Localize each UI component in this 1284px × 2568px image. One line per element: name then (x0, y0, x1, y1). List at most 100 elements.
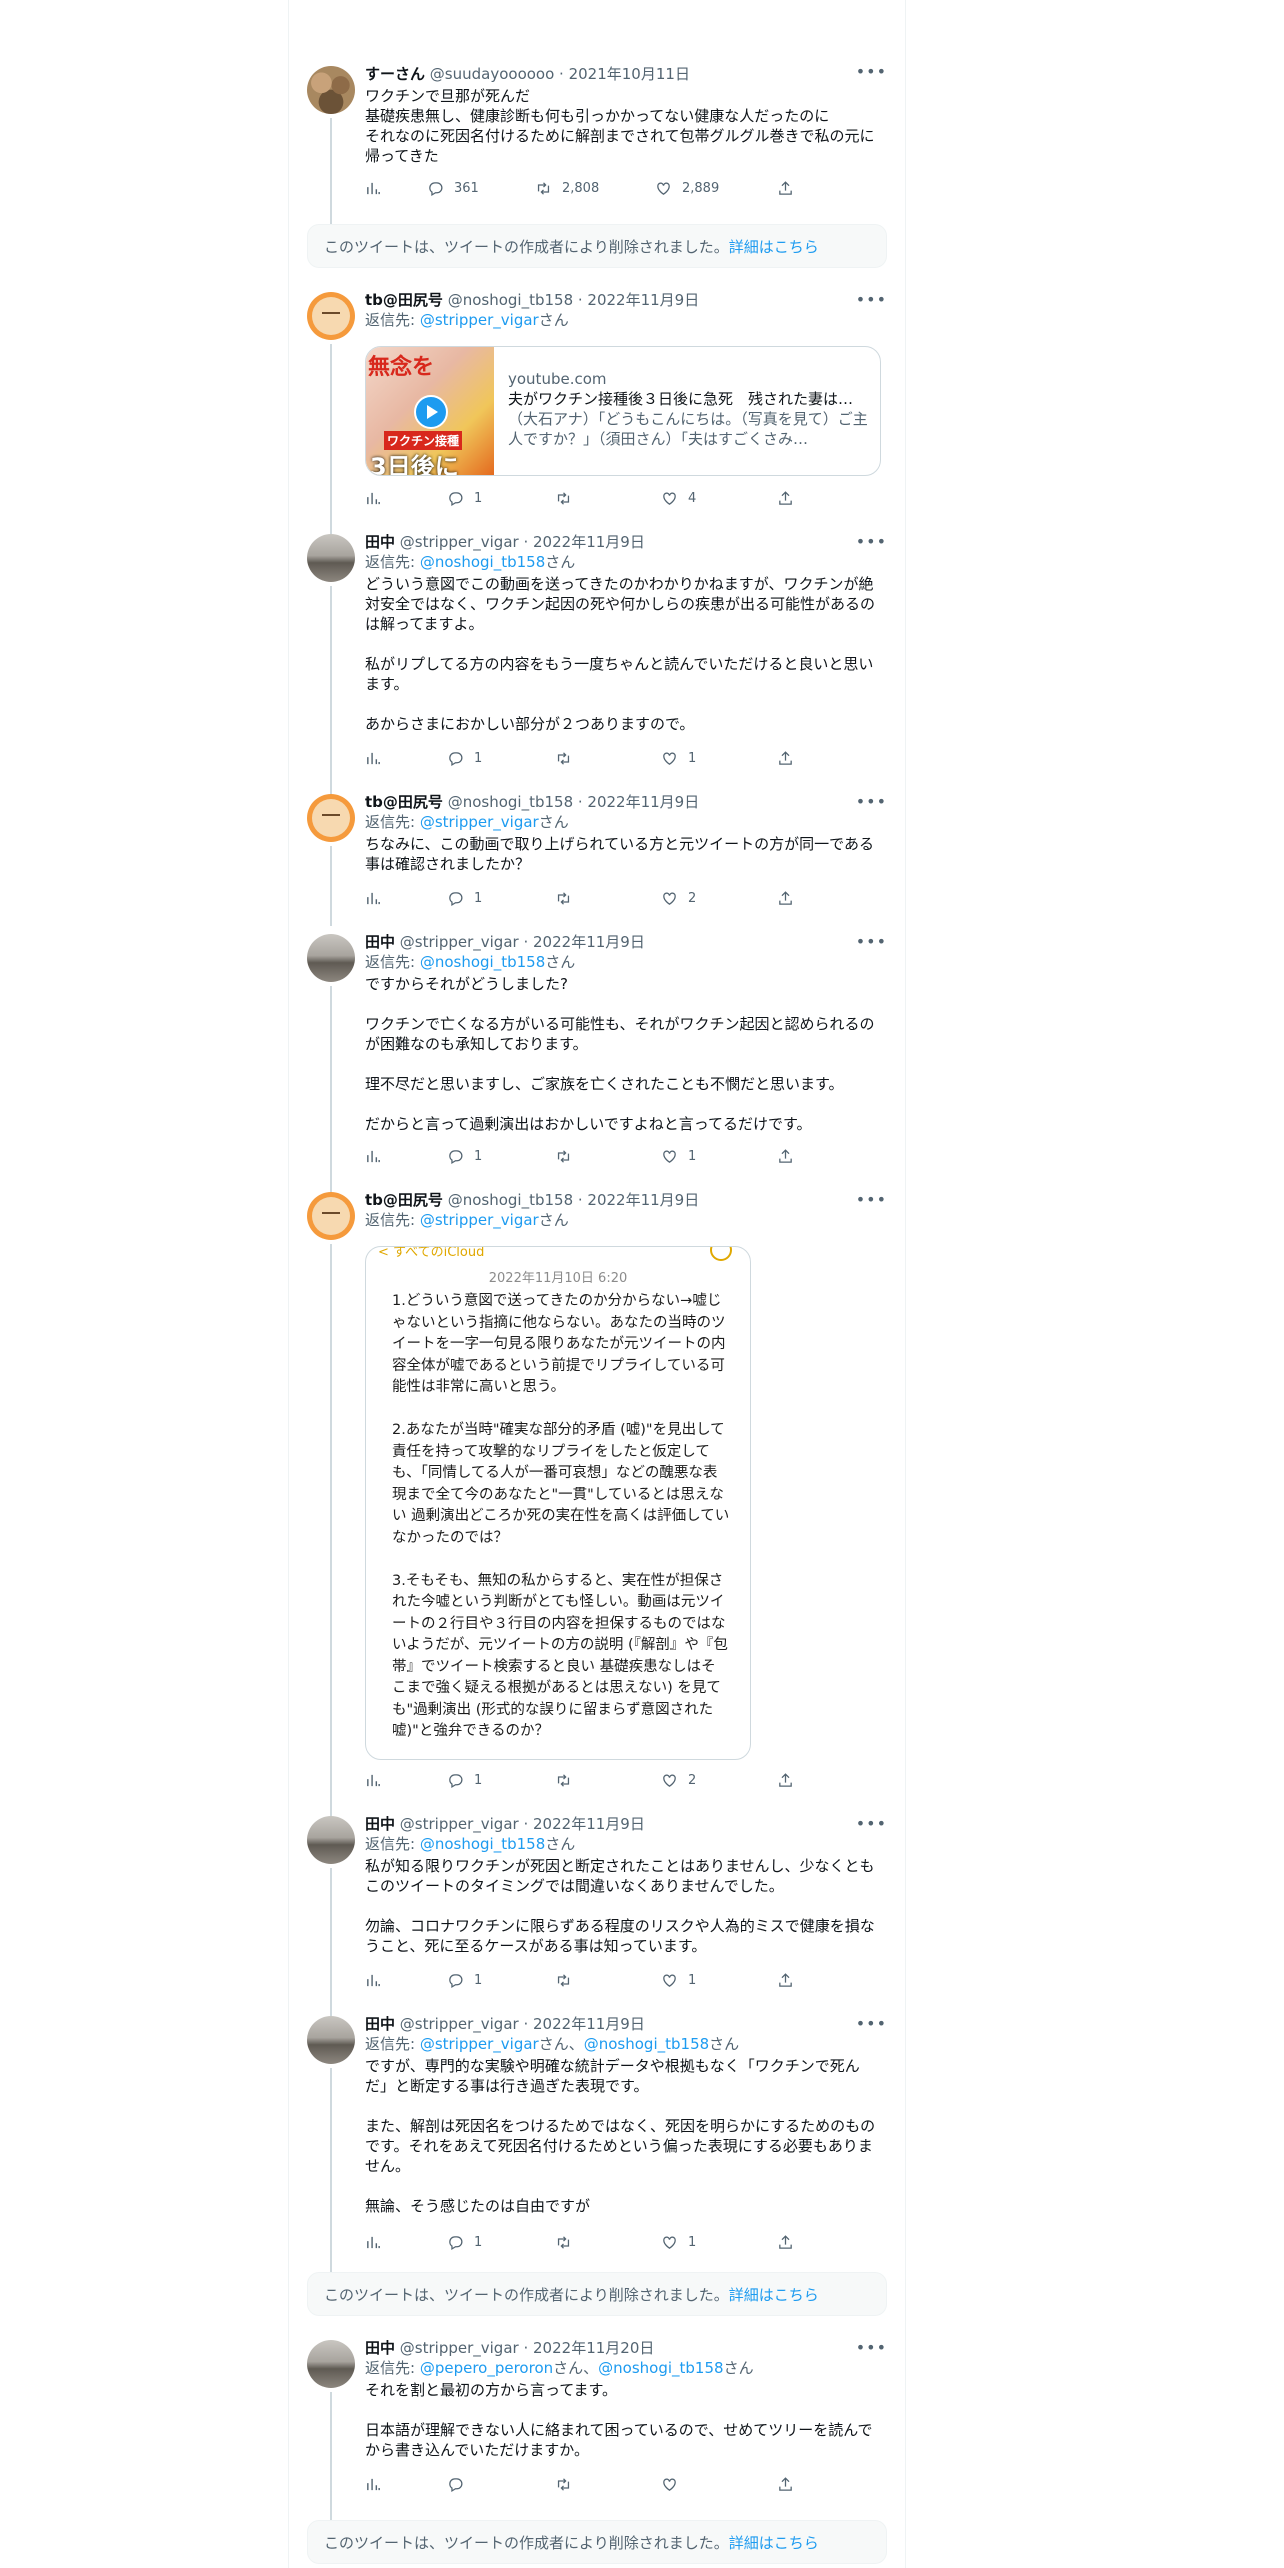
reply-button[interactable]: 1 (447, 1772, 482, 1789)
user-name[interactable]: tb@田尻号 (365, 793, 443, 811)
tweet-date[interactable]: 2022年11月9日 (587, 1191, 699, 1209)
tweet-date[interactable]: 2022年11月9日 (587, 793, 699, 811)
retweet-button[interactable] (555, 1772, 582, 1789)
avatar[interactable] (307, 2340, 355, 2388)
reply-button[interactable]: 1 (447, 750, 482, 767)
share-icon[interactable] (777, 1148, 794, 1165)
user-handle[interactable]: @noshogi_tb158 (448, 291, 573, 309)
avatar[interactable] (307, 1192, 355, 1240)
analytics-icon[interactable] (365, 180, 382, 197)
avatar[interactable] (307, 534, 355, 582)
mention-link[interactable]: @stripper_vigar (420, 311, 539, 329)
mention-link[interactable]: @noshogi_tb158 (420, 553, 545, 571)
analytics-icon[interactable] (365, 750, 382, 767)
share-icon[interactable] (777, 180, 794, 197)
like-button[interactable]: 2,889 (655, 180, 719, 197)
user-handle[interactable]: @stripper_vigar (400, 2015, 519, 2033)
user-handle[interactable]: @noshogi_tb158 (448, 1191, 573, 1209)
memo-back-link: < すべてのiCloud (378, 1246, 485, 1260)
mention-link[interactable]: @stripper_vigar (420, 2035, 539, 2053)
like-button[interactable]: 4 (661, 490, 696, 507)
analytics-icon[interactable] (365, 490, 382, 507)
user-handle[interactable]: @stripper_vigar (400, 2339, 519, 2357)
like-button[interactable] (661, 2476, 688, 2493)
like-button[interactable]: 1 (661, 1148, 696, 1165)
share-icon[interactable] (777, 2476, 794, 2493)
tweet-date[interactable]: 2022年11月9日 (533, 2015, 645, 2033)
mention-link[interactable]: @stripper_vigar (420, 1211, 539, 1229)
mention-link[interactable]: @noshogi_tb158 (584, 2035, 709, 2053)
reply-button[interactable]: 1 (447, 1972, 482, 1989)
share-icon[interactable] (777, 1972, 794, 1989)
user-name[interactable]: tb@田尻号 (365, 1191, 443, 1209)
analytics-icon[interactable] (365, 2476, 382, 2493)
reply-button[interactable]: 1 (447, 1148, 482, 1165)
attached-image[interactable]: < すべてのiCloud 2022年11月10日 6:20 1.どういう意図で送… (365, 1246, 751, 1760)
user-name[interactable]: 田中 (365, 933, 395, 951)
avatar[interactable] (307, 794, 355, 842)
user-handle[interactable]: @stripper_vigar (400, 1815, 519, 1833)
avatar[interactable] (307, 292, 355, 340)
reply-button[interactable]: 1 (447, 490, 482, 507)
like-button[interactable]: 2 (661, 1772, 696, 1789)
avatar[interactable] (307, 1816, 355, 1864)
user-handle[interactable]: @suudayoooooo (430, 65, 554, 83)
tweet-date[interactable]: 2021年10月11日 (569, 65, 690, 83)
retweet-button[interactable] (555, 490, 582, 507)
analytics-icon[interactable] (365, 1972, 382, 1989)
share-icon[interactable] (777, 490, 794, 507)
details-link[interactable]: 詳細はこちら (729, 2534, 819, 2552)
tweet-date[interactable]: 2022年11月9日 (587, 291, 699, 309)
avatar[interactable] (307, 2016, 355, 2064)
link-card[interactable]: 無念を ワクチン接種 3日後に youtube.com 夫がワクチン接種後３日後… (365, 346, 881, 476)
retweet-button[interactable] (555, 1972, 582, 1989)
mention-link[interactable]: @noshogi_tb158 (420, 953, 545, 971)
like-button[interactable]: 1 (661, 750, 696, 767)
mention-link[interactable]: @noshogi_tb158 (420, 1835, 545, 1853)
share-icon[interactable] (777, 890, 794, 907)
details-link[interactable]: 詳細はこちら (729, 2286, 819, 2304)
share-icon[interactable] (777, 1772, 794, 1789)
retweet-button[interactable] (555, 2234, 582, 2251)
analytics-icon[interactable] (365, 1148, 382, 1165)
analytics-icon[interactable] (365, 2234, 382, 2251)
share-icon[interactable] (777, 2234, 794, 2251)
user-name[interactable]: 田中 (365, 2339, 395, 2357)
user-handle[interactable]: @noshogi_tb158 (448, 793, 573, 811)
reply-button[interactable]: 1 (447, 890, 482, 907)
reply-button[interactable]: 361 (427, 180, 479, 197)
user-handle[interactable]: @stripper_vigar (400, 533, 519, 551)
like-button[interactable]: 1 (661, 2234, 696, 2251)
like-count: 2 (688, 891, 697, 906)
details-link[interactable]: 詳細はこちら (729, 238, 819, 256)
retweet-button[interactable]: 2,808 (535, 180, 599, 197)
tweet-date[interactable]: 2022年11月9日 (533, 1815, 645, 1833)
avatar[interactable] (307, 934, 355, 982)
mention-link[interactable]: @stripper_vigar (420, 813, 539, 831)
tweet-date[interactable]: 2022年11月20日 (533, 2339, 654, 2357)
reply-button[interactable]: 1 (447, 2234, 482, 2251)
user-name[interactable]: 田中 (365, 533, 395, 551)
retweet-button[interactable] (555, 750, 582, 767)
user-name[interactable]: 田中 (365, 1815, 395, 1833)
avatar[interactable] (307, 66, 355, 114)
mention-link[interactable]: @pepero_peroron (420, 2359, 553, 2377)
tweet-date[interactable]: 2022年11月9日 (533, 933, 645, 951)
analytics-icon[interactable] (365, 890, 382, 907)
user-name[interactable]: すーさん (365, 65, 425, 83)
share-icon[interactable] (777, 750, 794, 767)
video-thumbnail[interactable]: 無念を ワクチン接種 3日後に (366, 347, 494, 475)
retweet-button[interactable] (555, 890, 582, 907)
user-name[interactable]: tb@田尻号 (365, 291, 443, 309)
tweet-date[interactable]: 2022年11月9日 (533, 533, 645, 551)
like-button[interactable]: 2 (661, 890, 696, 907)
reply-button[interactable] (447, 2476, 474, 2493)
like-button[interactable]: 1 (661, 1972, 696, 1989)
user-handle[interactable]: @stripper_vigar (400, 933, 519, 951)
retweet-button[interactable] (555, 1148, 582, 1165)
analytics-icon[interactable] (365, 1772, 382, 1789)
retweet-button[interactable] (555, 2476, 582, 2493)
user-name[interactable]: 田中 (365, 2015, 395, 2033)
play-icon[interactable] (414, 395, 448, 429)
mention-link[interactable]: @noshogi_tb158 (598, 2359, 723, 2377)
